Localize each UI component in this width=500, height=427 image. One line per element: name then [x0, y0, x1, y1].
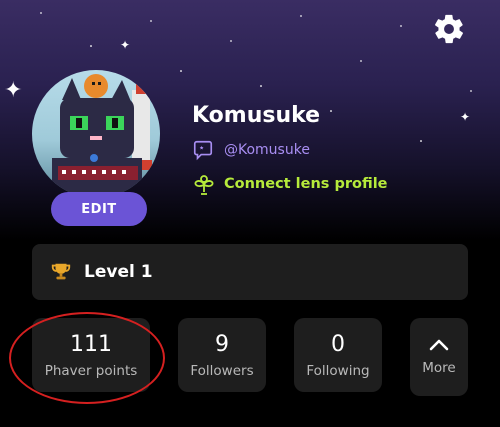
chevron-up-icon: [429, 339, 449, 351]
gear-icon[interactable]: [432, 12, 466, 46]
stat-followers[interactable]: 9 Followers: [178, 318, 266, 392]
star: [40, 12, 42, 14]
star: [420, 140, 422, 142]
stat-value: 0: [331, 331, 345, 357]
star: [330, 110, 332, 112]
level-label: Level 1: [84, 262, 153, 282]
star: [180, 70, 182, 72]
profile-handle-link[interactable]: @Komusuke: [192, 139, 310, 161]
pixel-cat-avatar-image: [52, 74, 152, 198]
profile-handle-text: @Komusuke: [224, 142, 310, 158]
star: [90, 45, 92, 47]
star: [150, 20, 152, 22]
star: [300, 15, 302, 17]
star: [230, 40, 232, 42]
lens-sprout-icon: [194, 175, 214, 195]
stat-phaver-points[interactable]: 111 Phaver points: [32, 318, 150, 392]
level-card[interactable]: Level 1: [32, 244, 468, 300]
star: [470, 90, 472, 92]
stat-following[interactable]: 0 Following: [294, 318, 382, 392]
profile-name: Komusuke: [192, 103, 321, 128]
stat-value: 111: [70, 331, 112, 357]
star: [400, 25, 402, 27]
connect-lens-profile-link[interactable]: Connect lens profile: [192, 172, 388, 196]
stat-value: 9: [215, 331, 229, 357]
trophy-icon: [51, 263, 71, 280]
sparkle: ✦: [460, 110, 471, 124]
stat-label: Followers: [190, 362, 254, 379]
sparkle: ✦: [120, 38, 131, 52]
stat-label: Following: [306, 362, 370, 379]
stat-label: Phaver points: [44, 362, 138, 379]
avatar[interactable]: [32, 70, 160, 198]
star: [360, 60, 362, 62]
more-label: More: [422, 360, 456, 376]
star: [260, 85, 262, 87]
chat-bubble-icon: [193, 140, 213, 161]
more-button[interactable]: More: [410, 318, 468, 396]
connect-lens-text: Connect lens profile: [224, 176, 388, 192]
edit-profile-button[interactable]: EDIT: [51, 192, 147, 226]
sparkle: ✦: [4, 78, 23, 103]
